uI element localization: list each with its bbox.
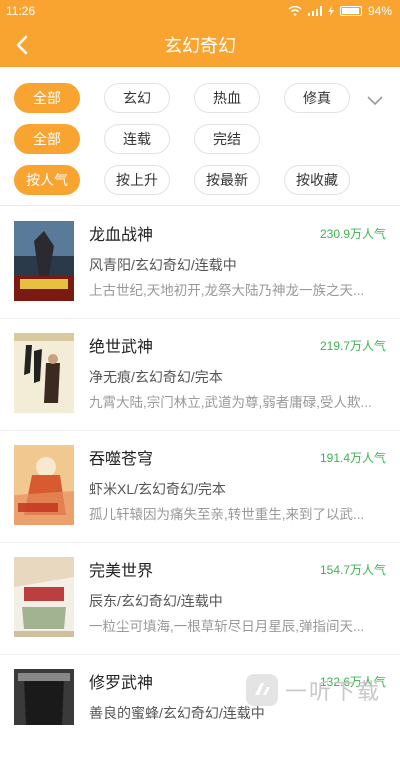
filter-genre-rexue[interactable]: 热血	[194, 83, 260, 113]
book-description: 上古世纪,天地初开,龙祭大陆乃神龙一族之天...	[89, 283, 365, 298]
watermark-logo-icon	[246, 674, 278, 706]
book-item[interactable]: 绝世武神 219.7万人气 净无痕/玄幻奇幻/完本 九霄大陆,宗门林立,武道为尊…	[0, 319, 400, 431]
page-title: 玄幻奇幻	[164, 36, 236, 56]
battery-level: 94%	[367, 4, 392, 18]
watermark: 一听下载	[245, 672, 381, 708]
book-cover	[14, 669, 74, 749]
charging-icon	[327, 6, 334, 16]
book-description: 九霄大陆,宗门林立,武道为尊,弱者庸碌,受人欺...	[89, 395, 372, 410]
sort-rising[interactable]: 按上升	[104, 165, 170, 195]
chevron-down-icon	[367, 96, 383, 106]
book-cover	[14, 221, 74, 301]
book-cover	[14, 445, 74, 525]
expand-filters-button[interactable]	[364, 89, 386, 111]
book-meta: 善良的蜜蜂/玄幻奇幻/连载中	[89, 705, 265, 721]
book-item[interactable]: 龙血战神 230.9万人气 风青阳/玄幻奇幻/连载中 上古世纪,天地初开,龙祭大…	[0, 207, 400, 319]
status-bar: 11:26 94%	[0, 0, 400, 22]
book-popularity: 191.4万人气	[319, 451, 386, 465]
signal-icon	[307, 6, 322, 16]
book-meta: 风青阳/玄幻奇幻/连载中	[89, 257, 237, 273]
book-meta: 净无痕/玄幻奇幻/完本	[89, 369, 223, 385]
book-title: 吞噬苍穹	[89, 451, 154, 468]
book-title: 绝世武神	[89, 339, 154, 356]
book-meta: 辰东/玄幻奇幻/连载中	[89, 593, 223, 609]
sort-favorites[interactable]: 按收藏	[284, 165, 350, 195]
wifi-icon	[288, 6, 302, 16]
book-cover	[14, 333, 74, 413]
battery-icon	[339, 6, 362, 16]
book-title: 修罗武神	[89, 675, 154, 692]
filter-panel: 全部 玄幻 热血 修真 全部 连载 完结 按人气 按上升 按最新 按收藏	[0, 67, 400, 207]
filter-divider	[0, 205, 400, 206]
sort-newest[interactable]: 按最新	[194, 165, 260, 195]
book-description: 孤儿轩辕因为痛失至亲,转世重生,来到了以武...	[89, 507, 365, 522]
book-title: 龙血战神	[89, 227, 154, 244]
filter-status-all[interactable]: 全部	[14, 124, 80, 154]
book-item[interactable]: 完美世界 154.7万人气 辰东/玄幻奇幻/连载中 一粒尘可填海,一根草斩尽日月…	[0, 543, 400, 655]
sort-popularity[interactable]: 按人气	[14, 165, 80, 195]
status-icons: 94%	[288, 4, 392, 18]
filter-genre-xuanhuan[interactable]: 玄幻	[104, 83, 170, 113]
book-popularity: 154.7万人气	[319, 563, 386, 577]
app-header: 11:26 94% 玄幻奇幻	[0, 0, 400, 67]
book-description: 一粒尘可填海,一根草斩尽日月星辰,弹指间天...	[89, 619, 365, 634]
filter-status-finished[interactable]: 完结	[194, 124, 260, 154]
filter-genre-all[interactable]: 全部	[14, 83, 80, 113]
book-meta: 虾米XL/玄幻奇幻/完本	[89, 481, 226, 497]
book-cover	[14, 557, 74, 637]
book-title: 完美世界	[89, 563, 154, 580]
status-time: 11:26	[6, 4, 36, 18]
book-popularity: 230.9万人气	[319, 227, 386, 241]
book-item[interactable]: 吞噬苍穹 191.4万人气 虾米XL/玄幻奇幻/完本 孤儿轩辕因为痛失至亲,转世…	[0, 431, 400, 543]
filter-status-ongoing[interactable]: 连载	[104, 124, 170, 154]
book-popularity: 219.7万人气	[319, 339, 386, 353]
watermark-text: 一听下载	[285, 679, 382, 704]
filter-genre-xiuzhen[interactable]: 修真	[284, 83, 350, 113]
